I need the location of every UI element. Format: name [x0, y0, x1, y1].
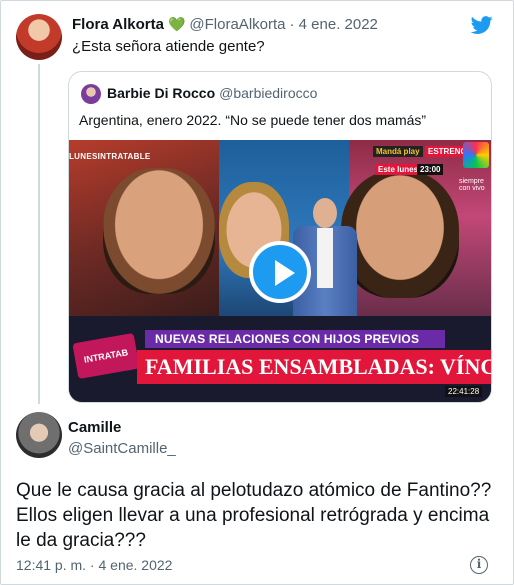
time-tag: 23:00: [417, 164, 444, 175]
quoted-tweet-card[interactable]: Barbie Di Rocco @barbiedirocco Argentina…: [68, 71, 492, 403]
reply-timestamp[interactable]: 12:41 p. m. · 4 ene. 2022: [16, 557, 172, 573]
lower-third-headline: FAMILIAS ENSAMBLADAS: VÍNCULOS Y CONFLIC…: [137, 350, 491, 384]
thread-line: [38, 64, 40, 404]
quoted-tweet-header: Barbie Di Rocco @barbiedirocco: [107, 85, 317, 101]
photo-person-right: [341, 170, 459, 298]
reply-author-name[interactable]: Camille: [68, 419, 121, 436]
avatar-flora[interactable]: [16, 14, 62, 60]
quoted-tweet-text: Argentina, enero 2022. “No se puede tene…: [79, 112, 427, 128]
host-shirt: [317, 228, 333, 288]
vivo-tag: siempre con vivo: [459, 178, 485, 192]
tweet-text: ¿Esta señora atiende gente?: [72, 38, 265, 55]
top-tweet-header: Flora Alkorta 💚 @FloraAlkorta · 4 ene. 2…: [72, 16, 378, 33]
quoted-author-handle: @barbiedirocco: [219, 85, 318, 101]
este-lunes-tag: Este lunes: [375, 164, 422, 175]
video-thumbnail[interactable]: LUNESINTRATABLE Mandá play ESTRENO Este …: [69, 140, 491, 402]
lower-third-subtitle: NUEVAS RELACIONES CON HIJOS PREVIOS: [145, 330, 445, 348]
play-icon[interactable]: [249, 241, 311, 303]
green-heart-icon: 💚: [167, 16, 186, 32]
author-name[interactable]: Flora Alkorta: [72, 16, 164, 33]
avatar-camille[interactable]: [16, 412, 62, 458]
tweet-date[interactable]: · 4 ene. 2022: [290, 16, 378, 33]
manda-play-tag: Mandá play: [373, 146, 423, 157]
avatar-barbie: [81, 84, 101, 104]
twitter-bird-icon[interactable]: [470, 14, 494, 36]
reply-text: Que le causa gracia al pelotudazo atómic…: [16, 480, 492, 551]
reply-author-handle[interactable]: @SaintCamille_: [68, 440, 176, 457]
quoted-author-name: Barbie Di Rocco: [107, 85, 216, 101]
show-tag: LUNESINTRATABLE: [69, 152, 151, 161]
host-head: [313, 198, 337, 228]
author-handle[interactable]: @FloraAlkorta: [189, 16, 285, 33]
channel-logo-icon: [463, 142, 489, 168]
photo-person-left: [103, 168, 215, 294]
info-icon[interactable]: i: [470, 556, 488, 574]
video-timecode: 22:41:28: [445, 386, 483, 397]
